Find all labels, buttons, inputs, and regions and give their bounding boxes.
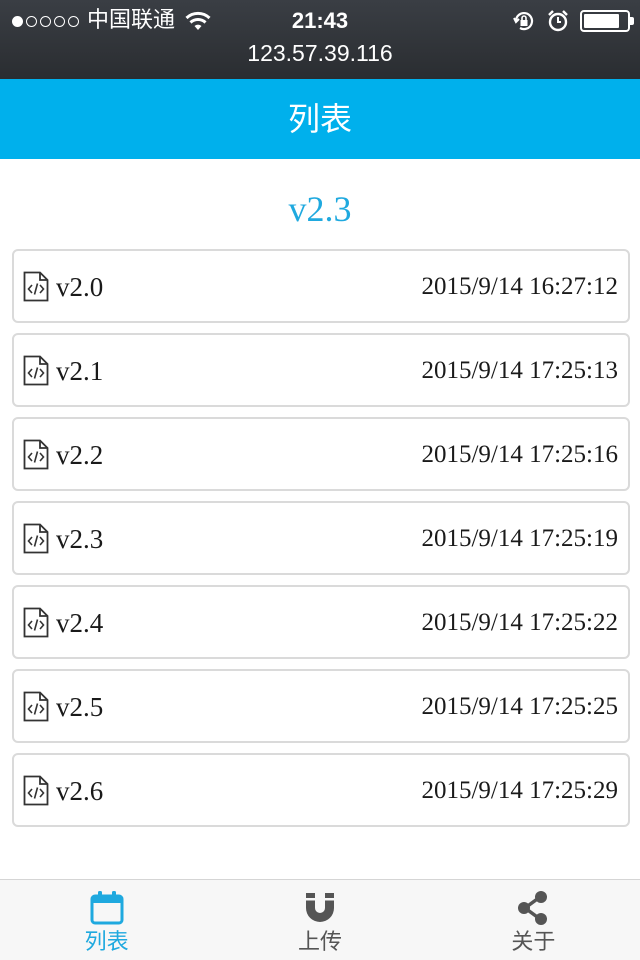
tab-label: 上传 (297, 930, 342, 955)
file-name: v2.4 (56, 608, 104, 638)
alarm-icon (548, 10, 568, 32)
file-list: v2.0 2015/9/14 16:27:12 v2.1 2015/9/14 17:2… (12, 249, 630, 837)
status-right (512, 9, 634, 33)
file-date: 2015/9/14 17:25:16 (421, 441, 618, 468)
file-name: v2.5 (56, 692, 104, 722)
file-date: 2015/9/14 17:25:29 (421, 777, 618, 804)
url-label: 123.57.39.116 (247, 40, 393, 66)
tab-magnet[interactable]: 上传 (213, 880, 426, 960)
tab-share[interactable]: 关于 (427, 880, 640, 960)
file-name: v2.3 (56, 524, 104, 554)
tab-bar: 列表 上传 关于 (0, 879, 640, 960)
file-name: v2.0 (56, 272, 104, 302)
code-file-icon (23, 523, 49, 554)
battery-level (584, 14, 619, 28)
list-item[interactable]: v2.4 2015/9/14 17:25:22 (12, 585, 630, 659)
list-item[interactable]: v2.3 2015/9/14 17:25:19 (12, 501, 630, 575)
share-icon (515, 890, 551, 926)
code-file-icon (23, 439, 49, 470)
file-date: 2015/9/14 17:25:25 (421, 693, 618, 720)
file-name: v2.1 (56, 356, 104, 386)
file-date: 2015/9/14 17:25:22 (421, 609, 618, 636)
code-file-icon (23, 271, 49, 302)
tab-label: 关于 (511, 930, 556, 955)
code-file-icon (23, 691, 49, 722)
file-date: 2015/9/14 17:25:13 (421, 357, 618, 384)
file-name: v2.2 (56, 440, 104, 470)
list-item[interactable]: v2.2 2015/9/14 17:25:16 (12, 417, 630, 491)
tab-calendar[interactable]: 列表 (0, 880, 213, 960)
page-title: 列表 (0, 79, 640, 159)
file-date: 2015/9/14 16:27:12 (421, 273, 618, 300)
tab-label: 列表 (84, 930, 129, 955)
current-version-label: v2.3 (288, 189, 352, 229)
magnet-icon (302, 890, 338, 926)
code-file-icon (23, 355, 49, 386)
battery-icon (580, 10, 634, 32)
file-name: v2.6 (56, 776, 104, 806)
code-file-icon (23, 607, 49, 638)
code-file-icon (23, 775, 49, 806)
status-bar: 中国联通 21:43 123.57.39.116 (0, 0, 640, 79)
calendar-icon (89, 890, 125, 926)
list-item[interactable]: v2.1 2015/9/14 17:25:13 (12, 333, 630, 407)
list-item[interactable]: v2.6 2015/9/14 17:25:29 (12, 753, 630, 827)
rotation-lock-icon (513, 12, 534, 31)
list-item[interactable]: v2.5 2015/9/14 17:25:25 (12, 669, 630, 743)
list-item[interactable]: v2.0 2015/9/14 16:27:12 (12, 249, 630, 323)
file-date: 2015/9/14 17:25:19 (421, 525, 618, 552)
